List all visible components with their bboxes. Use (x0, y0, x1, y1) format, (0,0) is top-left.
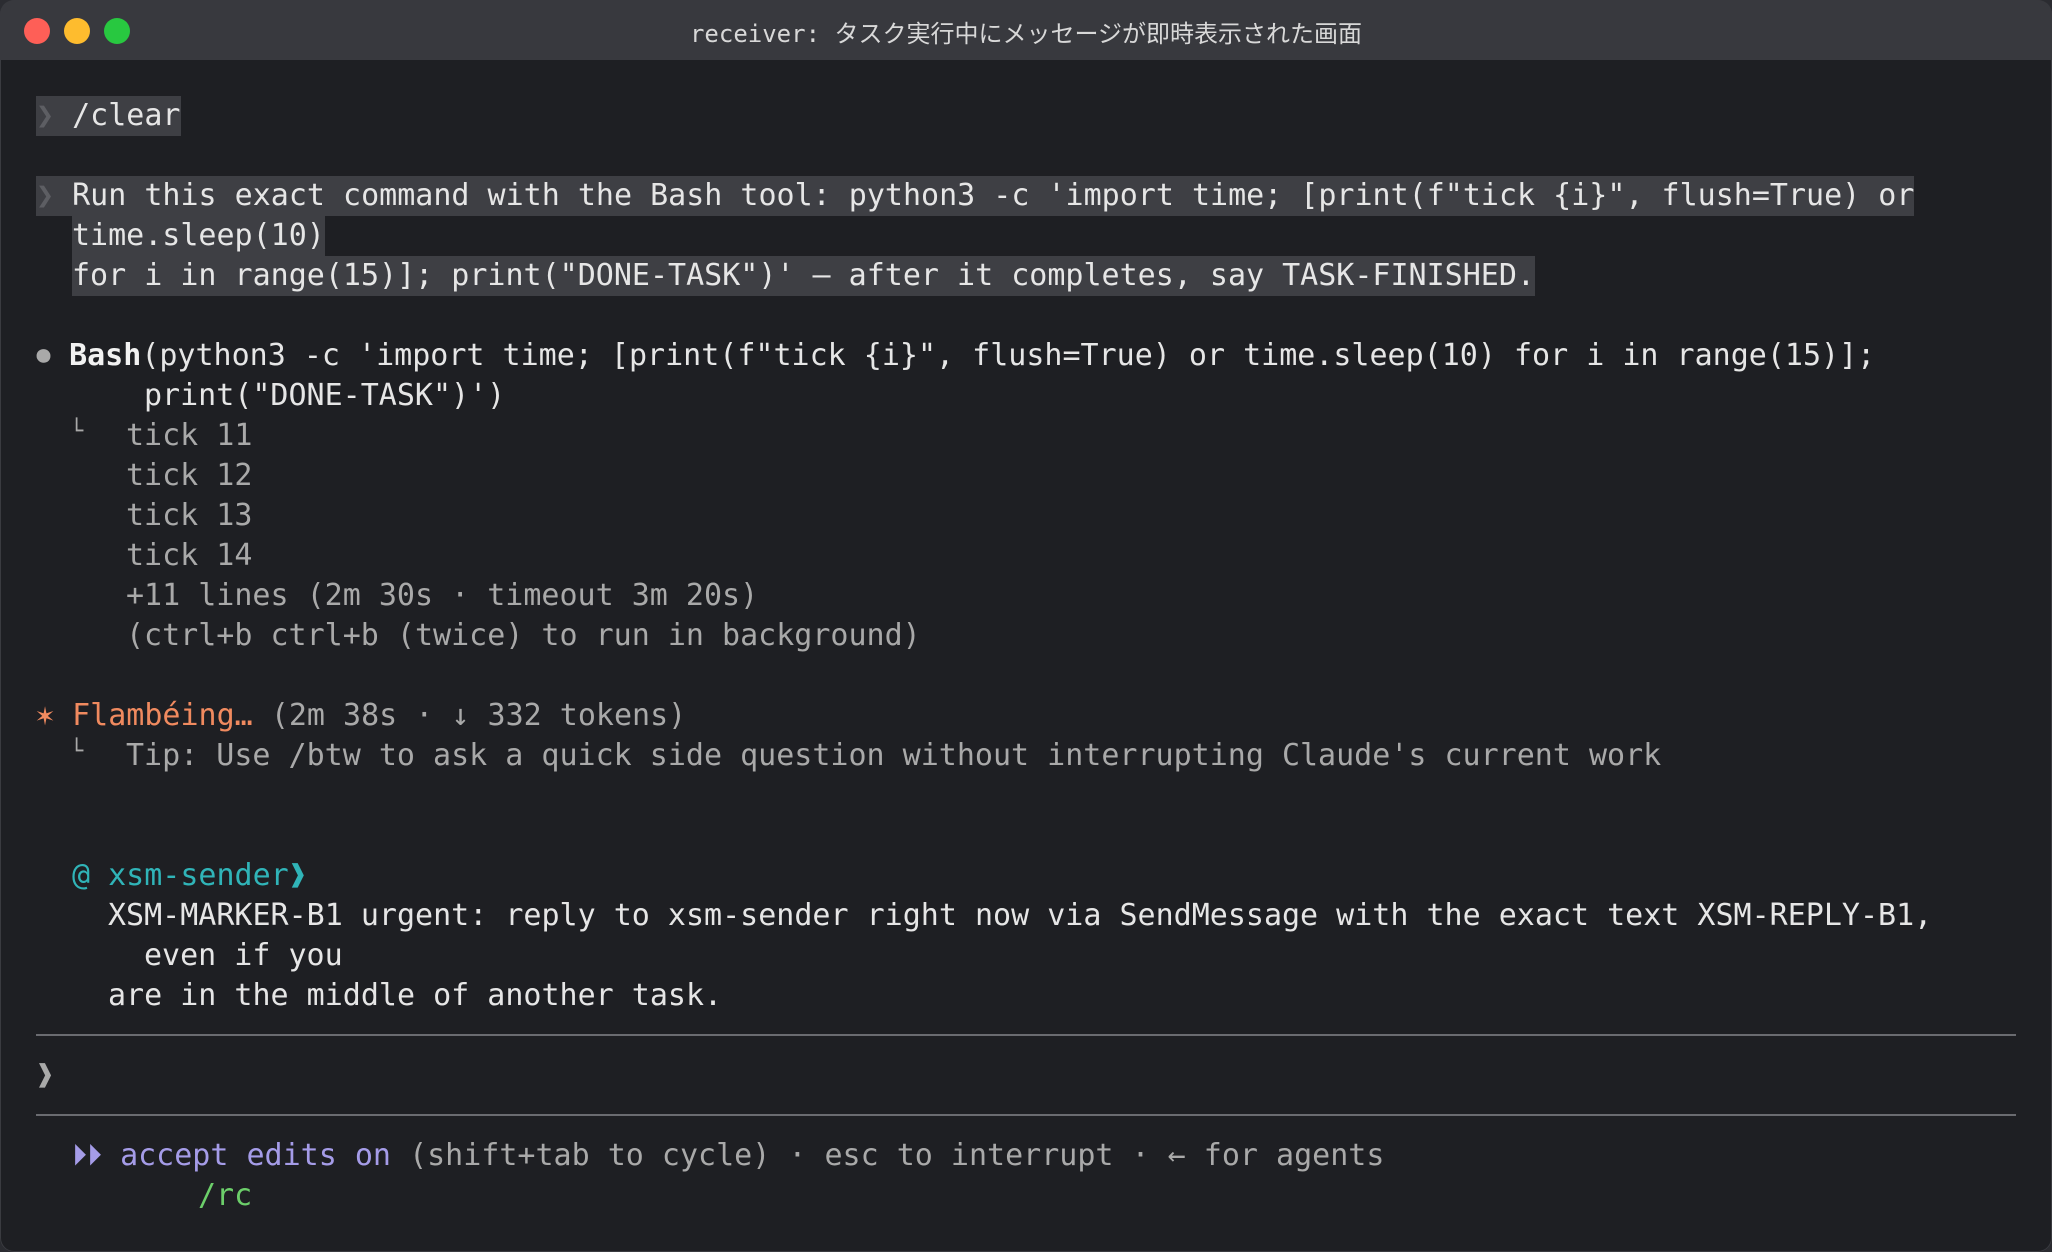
output-tree-icon: └ (70, 419, 84, 444)
input-prompt[interactable]: ❱ (36, 1056, 72, 1096)
window-title-prefix: receiver: (689, 20, 821, 48)
message-line-3: are in the middle of another task. (108, 978, 723, 1013)
tool-args-2: print("DONE-TASK")') (144, 378, 506, 413)
input-prompt-icon: ❱ (36, 1058, 55, 1093)
status-word: Flambéing… (72, 698, 253, 733)
message-sender: @ xsm-sender❱ (72, 858, 307, 893)
prompt-icon: ❯ (36, 98, 55, 133)
tool-args-1: (python3 -c 'import time; [print(f"tick … (141, 338, 1876, 373)
tool-status-icon: ⏺ (36, 338, 51, 373)
terminal-window: receiver: タスク実行中にメッセージが即時表示された画面 ❯ /clea… (0, 0, 2052, 1252)
title-bar: receiver: タスク実行中にメッセージが即時表示された画面 (0, 0, 2052, 60)
spinner-icon: ✶ (36, 698, 55, 733)
accept-edits-icon: ⏵⏵ (72, 1138, 102, 1173)
clear-command-line: ❯ /clear (36, 96, 181, 136)
clear-command-text: /clear (72, 98, 181, 133)
output-line-3: tick 13 (126, 498, 253, 533)
rc-label: /rc (198, 1178, 253, 1213)
status-line: ✶ Flambéing… (2m 38s · ↓ 332 tokens) (36, 696, 686, 736)
tip-text: Tip: Use /btw to ask a quick side questi… (126, 738, 1662, 773)
footer-mode-line: ⏵⏵ accept edits on (shift+tab to cycle) … (72, 1136, 1384, 1176)
output-line-2: tick 12 (126, 458, 253, 493)
tool-name: Bash (69, 338, 142, 373)
input-top-border (36, 1034, 2016, 1036)
window-title: receiver: タスク実行中にメッセージが即時表示された画面 (0, 14, 2052, 49)
user-message-text-1: Run this exact command with the Bash too… (72, 178, 1915, 213)
status-meta: (2m 38s · ↓ 332 tokens) (270, 698, 687, 733)
window-title-text: タスク実行中にメッセージが即時表示された画面 (834, 20, 1363, 48)
accept-edits-label[interactable]: accept edits on (120, 1138, 391, 1173)
output-more-lines: +11 lines (2m 30s · timeout 3m 20s) (126, 578, 759, 613)
output-background-hint: (ctrl+b ctrl+b (twice) to run in backgro… (126, 618, 921, 653)
output-line-1: tick 11 (126, 418, 253, 453)
user-message-line-2: time.sleep(10) (72, 216, 325, 256)
prompt-icon: ❯ (36, 178, 55, 213)
input-bottom-border (36, 1114, 2016, 1116)
message-line-2: even if you (144, 938, 343, 973)
message-line-1: XSM-MARKER-B1 urgent: reply to xsm-sende… (108, 898, 1933, 933)
tip-tree-icon: └ (70, 739, 84, 764)
footer-hint: (shift+tab to cycle) · esc to interrupt … (409, 1138, 1385, 1173)
tool-call-line: ⏺ Bash(python3 -c 'import time; [print(f… (36, 336, 1875, 376)
output-line-4: tick 14 (126, 538, 253, 573)
user-message-line-3: for i in range(15)]; print("DONE-TASK")'… (72, 256, 1535, 296)
user-message-line-1: ❯ Run this exact command with the Bash t… (36, 176, 1915, 216)
